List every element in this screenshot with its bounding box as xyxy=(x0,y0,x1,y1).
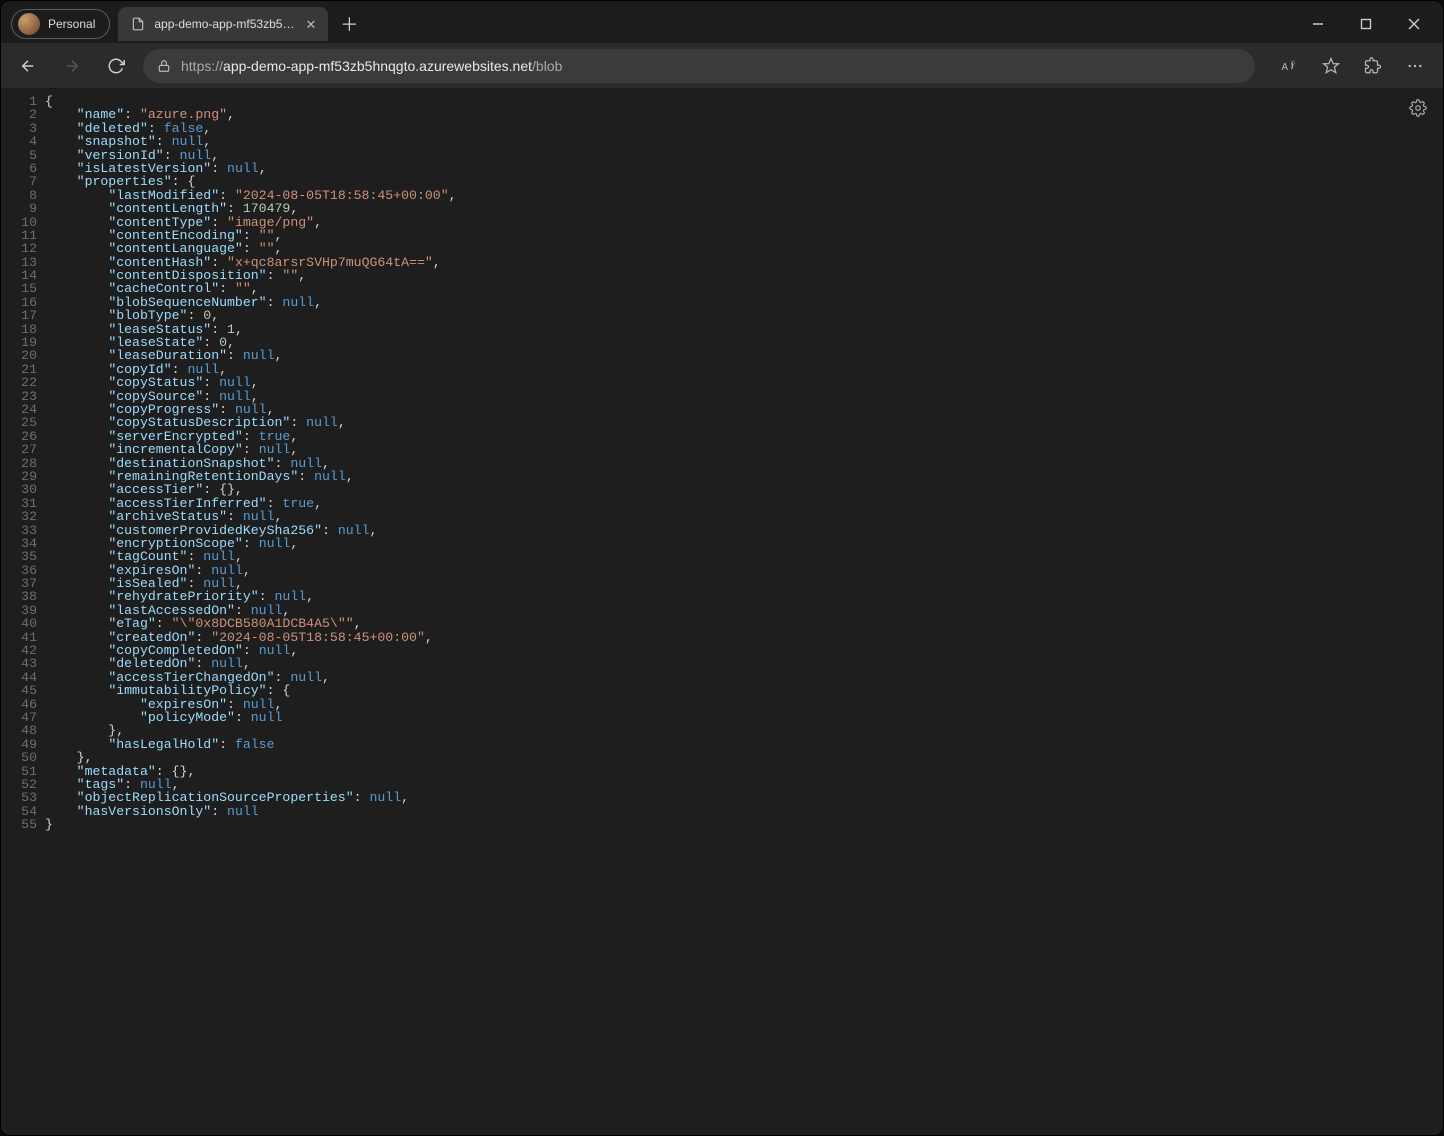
toolbar-right: A)) xyxy=(1271,49,1433,83)
url-host: app-demo-app-mf53zb5hnqgto.azurewebsites… xyxy=(223,58,532,74)
tab-bar: Personal app-demo-app-mf53zb5hnqgto ✕ ＋ xyxy=(1,1,1443,43)
read-aloud-icon[interactable]: A)) xyxy=(1271,49,1307,83)
window-controls xyxy=(1295,7,1437,41)
minimize-button[interactable] xyxy=(1295,7,1341,41)
maximize-button[interactable] xyxy=(1343,7,1389,41)
extensions-icon[interactable] xyxy=(1355,49,1391,83)
refresh-button[interactable] xyxy=(99,49,133,83)
tab-personal-label: Personal xyxy=(48,17,95,31)
close-icon[interactable]: ✕ xyxy=(305,18,316,31)
browser-window: Personal app-demo-app-mf53zb5hnqgto ✕ ＋ xyxy=(0,0,1444,1136)
svg-text:)): )) xyxy=(1291,60,1295,66)
menu-icon[interactable] xyxy=(1397,49,1433,83)
url-path: /blob xyxy=(532,58,562,74)
url-scheme: https:// xyxy=(181,58,223,74)
back-button[interactable] xyxy=(11,49,45,83)
json-viewer: 1234567891011121314151617181920212223242… xyxy=(1,89,1443,831)
tab-active[interactable]: app-demo-app-mf53zb5hnqgto ✕ xyxy=(118,7,328,41)
svg-text:A: A xyxy=(1282,61,1289,72)
lock-icon xyxy=(157,59,171,73)
tab-active-label: app-demo-app-mf53zb5hnqgto xyxy=(154,17,297,31)
forward-button[interactable] xyxy=(55,49,89,83)
url-text: https://app-demo-app-mf53zb5hnqgto.azure… xyxy=(181,58,562,74)
close-window-button[interactable] xyxy=(1391,7,1437,41)
toolbar: https://app-demo-app-mf53zb5hnqgto.azure… xyxy=(1,43,1443,89)
page-icon xyxy=(130,16,146,32)
new-tab-button[interactable]: ＋ xyxy=(334,9,364,39)
address-bar[interactable]: https://app-demo-app-mf53zb5hnqgto.azure… xyxy=(143,49,1255,83)
json-code[interactable]: { "name": "azure.png", "deleted": false,… xyxy=(45,95,1443,831)
tab-personal[interactable]: Personal xyxy=(11,9,110,39)
avatar xyxy=(18,13,40,35)
gear-icon[interactable] xyxy=(1409,99,1427,117)
favorite-icon[interactable] xyxy=(1313,49,1349,83)
page-content: 1234567891011121314151617181920212223242… xyxy=(1,89,1443,1135)
line-gutter: 1234567891011121314151617181920212223242… xyxy=(1,95,45,831)
